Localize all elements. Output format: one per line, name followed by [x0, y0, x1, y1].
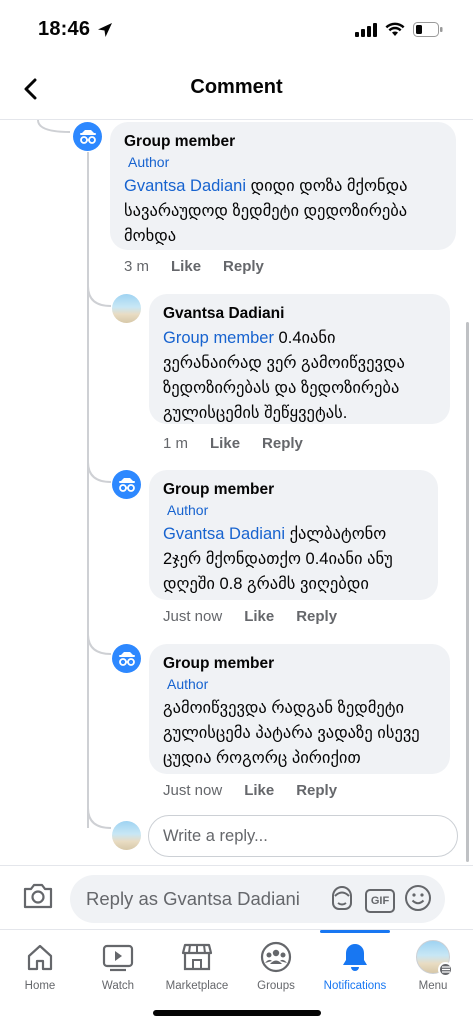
- comment-time: Just now: [163, 608, 223, 625]
- menu-hamburger-icon: [438, 962, 453, 977]
- comment-author[interactable]: Group member: [124, 132, 442, 152]
- mention-link[interactable]: Gvantsa Dadiani: [163, 525, 285, 543]
- author-badge: Author: [167, 676, 209, 692]
- groups-icon: [259, 940, 293, 974]
- comment-author[interactable]: Group member: [163, 480, 424, 500]
- anonymous-member-icon: [79, 129, 96, 144]
- avatar: [112, 821, 141, 850]
- like-button[interactable]: Like: [244, 608, 274, 625]
- mention-link[interactable]: Gvantsa Dadiani: [124, 177, 246, 195]
- composer: Reply as Gvantsa Dadiani GIF: [0, 865, 473, 929]
- tab-label: Watch: [101, 980, 135, 992]
- comment-text: გამოიწვევდა რადგან ზედმეტი გულისცემა პატ…: [163, 699, 420, 767]
- reply-box-row: Write a reply...: [0, 813, 473, 863]
- anonymous-avatar[interactable]: [73, 122, 102, 151]
- tab-marketplace[interactable]: Marketplace: [157, 940, 237, 992]
- thread-connector: [37, 120, 71, 133]
- status-time: 18:46: [38, 18, 91, 40]
- gif-label: GIF: [370, 894, 390, 907]
- avatar-sticker-icon: [332, 886, 352, 910]
- bottom-tab-bar: Home Watch Marketplace Groups Notificati…: [0, 929, 473, 1024]
- marketplace-icon: [180, 940, 214, 974]
- comment-meta: 1 m Like Reply: [163, 435, 303, 452]
- comment-time: Just now: [163, 782, 223, 799]
- profile-avatar: [416, 940, 453, 977]
- home-indicator: [153, 1010, 321, 1016]
- avatar[interactable]: [112, 294, 141, 323]
- camera-icon: [23, 883, 53, 909]
- composer-actions: GIF: [327, 883, 433, 918]
- comment-text: Group member 0.4იანი ვერანაირად ვერ გამო…: [163, 326, 436, 426]
- wifi-icon: [385, 22, 405, 42]
- mention-link[interactable]: Group member: [163, 329, 274, 347]
- reply-button[interactable]: Reply: [296, 608, 337, 625]
- comment-time: 1 m: [163, 435, 189, 452]
- watch-icon: [101, 940, 135, 974]
- composer-placeholder: Reply as Gvantsa Dadiani: [86, 888, 300, 909]
- anonymous-avatar[interactable]: [112, 644, 141, 673]
- comment-meta: Just now Like Reply: [163, 608, 337, 625]
- tab-label: Groups: [257, 980, 295, 992]
- gif-button[interactable]: GIF: [365, 888, 395, 913]
- location-arrow-icon: [97, 22, 113, 43]
- reply-button[interactable]: Reply: [262, 435, 303, 452]
- author-badge: Author: [167, 502, 209, 518]
- emoji-icon: [405, 885, 431, 911]
- tab-notifications[interactable]: Notifications: [315, 940, 395, 992]
- tab-label: Menu: [418, 980, 448, 992]
- avatar-sticker-button[interactable]: [327, 883, 357, 918]
- comment-author[interactable]: Group member: [163, 654, 436, 674]
- anonymous-member-icon: [118, 477, 135, 492]
- bell-icon: [338, 940, 372, 974]
- comment-bubble[interactable]: Group member Author გამოიწვევდა რადგან ზ…: [149, 644, 450, 774]
- comment-meta: Just now Like Reply: [163, 782, 337, 799]
- anonymous-member-icon: [118, 651, 135, 666]
- tab-label: Marketplace: [165, 980, 229, 992]
- page-title: Comment: [190, 76, 283, 98]
- emoji-button[interactable]: [403, 883, 433, 918]
- tab-home[interactable]: Home: [0, 940, 80, 992]
- thread-line: [87, 152, 89, 828]
- comment-meta: 3 m Like Reply: [124, 258, 264, 275]
- tab-groups[interactable]: Groups: [236, 940, 316, 992]
- comment-text: Gvantsa Dadiani ქალბატონო 2ჯერ მქონდათქო…: [163, 522, 424, 597]
- tab-label: Home: [24, 980, 56, 992]
- like-button[interactable]: Like: [210, 435, 240, 452]
- comment-time: 3 m: [124, 258, 150, 275]
- tab-label: Notifications: [323, 980, 387, 992]
- comment-bubble[interactable]: Group member Author Gvantsa Dadiani ქალბ…: [149, 470, 438, 600]
- anonymous-avatar[interactable]: [112, 470, 141, 499]
- author-badge: Author: [128, 154, 170, 170]
- status-bar: 18:46: [0, 0, 473, 62]
- scrollbar[interactable]: [466, 322, 469, 862]
- camera-button[interactable]: [22, 882, 54, 915]
- reply-button[interactable]: Reply: [296, 782, 337, 799]
- like-button[interactable]: Like: [244, 782, 274, 799]
- tab-menu[interactable]: Menu: [393, 940, 473, 992]
- active-tab-indicator: [320, 930, 390, 933]
- header: Comment: [0, 62, 473, 116]
- tab-watch[interactable]: Watch: [78, 940, 158, 992]
- battery-icon: [413, 22, 443, 42]
- comment-bubble[interactable]: Group member Author Gvantsa Dadiani დიდი…: [110, 122, 456, 250]
- comment-bubble[interactable]: Gvantsa Dadiani Group member 0.4იანი ვერ…: [149, 294, 450, 424]
- write-reply-input[interactable]: Write a reply...: [148, 815, 458, 857]
- comment-text: Gvantsa Dadiani დიდი დოზა მქონდა სავარაუ…: [124, 174, 442, 249]
- like-button[interactable]: Like: [171, 258, 201, 275]
- signal-icon: [355, 22, 377, 42]
- comment-author[interactable]: Gvantsa Dadiani: [163, 304, 436, 324]
- reply-button[interactable]: Reply: [223, 258, 264, 275]
- comment-thread[interactable]: Group member Author Gvantsa Dadiani დიდი…: [0, 120, 473, 865]
- home-icon: [23, 940, 57, 974]
- status-indicators: [355, 22, 443, 42]
